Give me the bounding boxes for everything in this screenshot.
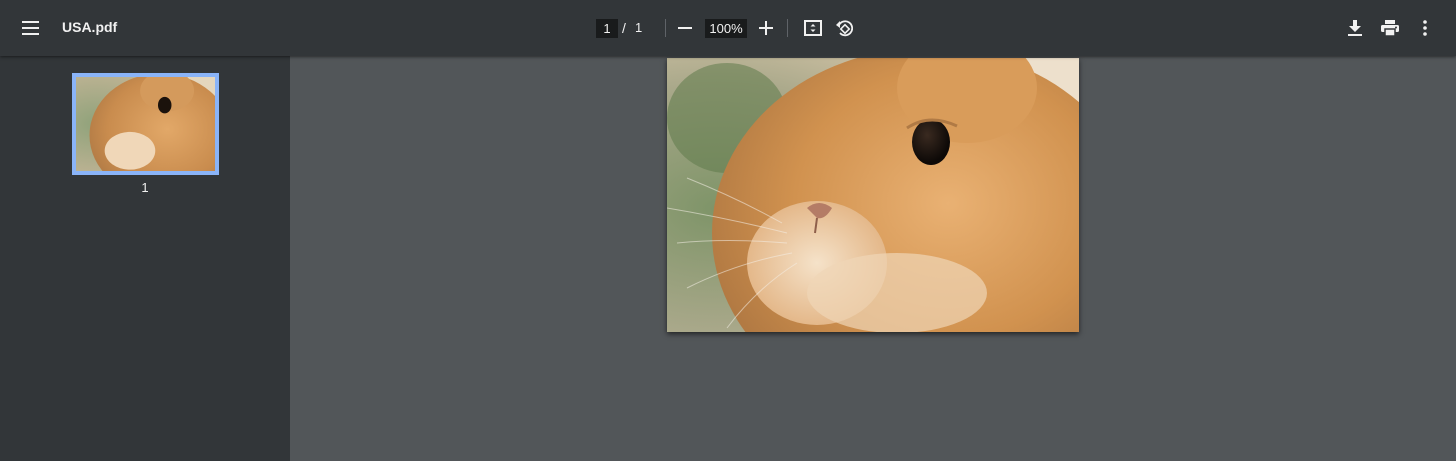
download-icon (1348, 20, 1362, 36)
toolbar-divider (787, 19, 788, 37)
pdf-toolbar: USA.pdf 1 / 1 100% (0, 0, 1456, 56)
more-vertical-icon (1423, 20, 1427, 36)
page-thumbnail-1[interactable] (72, 73, 219, 175)
download-button[interactable] (1339, 12, 1371, 44)
rabbit-thumbnail-image (76, 77, 215, 171)
toolbar-divider (665, 19, 666, 37)
print-icon (1381, 20, 1399, 36)
more-actions-button[interactable] (1409, 12, 1441, 44)
pdf-page (667, 58, 1079, 332)
zoom-input[interactable]: 100% (705, 19, 747, 38)
page-separator: / (622, 20, 626, 36)
plus-icon (759, 21, 773, 35)
hamburger-menu-icon[interactable] (15, 12, 47, 44)
page-number-input[interactable]: 1 (596, 19, 618, 38)
rotate-counterclockwise-icon (836, 20, 853, 37)
minus-icon (678, 27, 692, 29)
document-viewer[interactable] (290, 56, 1456, 461)
fit-to-page-button[interactable] (797, 12, 829, 44)
rotate-button[interactable] (828, 12, 860, 44)
print-button[interactable] (1374, 12, 1406, 44)
thumbnail-page-label: 1 (141, 180, 149, 195)
fit-to-page-icon (804, 20, 822, 36)
rabbit-photo (667, 58, 1079, 332)
zoom-in-button[interactable] (750, 12, 782, 44)
zoom-out-button[interactable] (669, 12, 701, 44)
thumbnail-sidebar: 1 (0, 56, 290, 461)
page-total: 1 (635, 20, 643, 35)
document-title: USA.pdf (62, 19, 118, 35)
